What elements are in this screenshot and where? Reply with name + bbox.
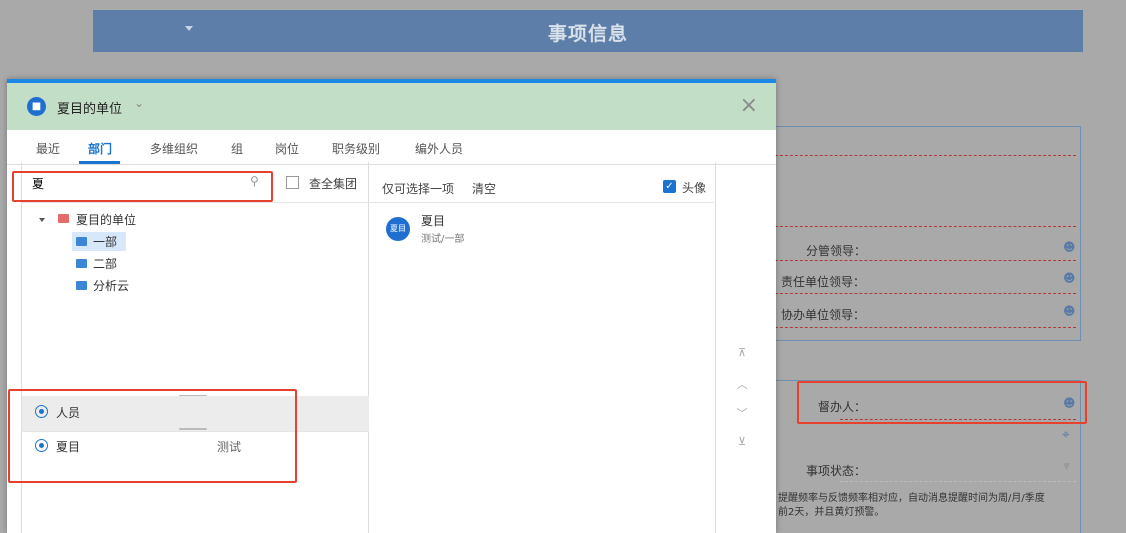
leader-label: 分管领导：: [806, 244, 867, 258]
scroll-down-icon[interactable]: ﹀: [731, 404, 753, 424]
highlight-box-supervisor: [797, 381, 1087, 424]
only-one-label: 仅可选择一项: [382, 182, 455, 196]
folder-icon: ■: [27, 97, 46, 116]
tab-department[interactable]: 部门: [88, 140, 112, 157]
user-select-icon[interactable]: ☻: [1063, 271, 1076, 285]
tab-post[interactable]: 岗位: [275, 140, 299, 157]
scroll-bottom-icon[interactable]: ⊻: [731, 432, 753, 452]
avatar-checkbox-label: 头像: [682, 181, 707, 195]
divider: [770, 260, 1076, 261]
tab-recent[interactable]: 最近: [36, 140, 60, 157]
folder-icon: [58, 214, 69, 223]
user-select-icon[interactable]: ☻: [1063, 240, 1076, 254]
folder-icon: [76, 259, 87, 268]
page-title: 事项信息: [547, 23, 628, 45]
tree-item-one-dept[interactable]: 一部: [93, 233, 117, 250]
caret-down-icon[interactable]: [39, 218, 45, 222]
divider: [22, 202, 369, 203]
clear-button[interactable]: 清空: [472, 180, 496, 197]
tab-job-level[interactable]: 职务级别: [332, 140, 380, 157]
user-select-icon[interactable]: ☻: [1063, 304, 1076, 318]
divider: [770, 226, 1076, 227]
tab-group[interactable]: 组: [231, 140, 243, 157]
close-icon[interactable]: ×: [740, 93, 758, 118]
responsible-leader-label: 责任单位领导：: [781, 275, 866, 289]
note-text: 前2天，并且黄灯预警。: [778, 507, 885, 518]
folder-icon: [76, 237, 87, 246]
highlight-box-search: [12, 171, 273, 202]
avatar-checkbox[interactable]: ✓: [663, 180, 676, 193]
status-label: 事项状态：: [806, 464, 867, 478]
divider: [770, 293, 1076, 294]
unit-name[interactable]: 夏目的单位: [57, 98, 122, 117]
result-name[interactable]: 夏目: [421, 212, 445, 229]
dialog-header: ■ 夏目的单位 ⌄ ×: [7, 83, 776, 130]
divider: [369, 202, 716, 203]
avatar: 夏目: [386, 217, 410, 241]
search-group-label: 查全集团: [309, 177, 358, 191]
scroll-top-icon[interactable]: ⊼: [731, 343, 753, 363]
folder-icon: [76, 281, 87, 290]
divider: [770, 155, 1076, 156]
highlight-box-selected: [8, 389, 297, 483]
chevron-down-icon[interactable]: ⌄: [134, 96, 144, 110]
tree-item-analysis[interactable]: 分析云: [93, 277, 129, 294]
tab-external[interactable]: 编外人员: [415, 140, 463, 157]
scroll-up-icon[interactable]: ︿: [731, 375, 753, 395]
divider: [770, 327, 1076, 328]
paperclip-icon[interactable]: ⌖: [1062, 427, 1070, 443]
tab-bar: 最近 部门 多维组织 组 岗位 职务级别 编外人员: [7, 130, 776, 165]
tab-multi-org[interactable]: 多维组织: [150, 140, 198, 157]
page-header: 事项信息: [93, 10, 1083, 52]
chevron-down-icon[interactable]: ▼: [1063, 462, 1070, 472]
tree-root-label[interactable]: 夏目的单位: [76, 211, 136, 228]
divider: [840, 481, 1076, 482]
assist-leader-label: 协办单位领导：: [781, 308, 866, 322]
note-text: 提醒频率与反馈频率相对应，自动消息提醒时间为周/月/季度: [778, 493, 1045, 504]
tree-item-two-dept[interactable]: 二部: [93, 255, 117, 272]
search-group-checkbox[interactable]: [286, 176, 299, 189]
result-path: 测试/一部: [421, 234, 465, 245]
